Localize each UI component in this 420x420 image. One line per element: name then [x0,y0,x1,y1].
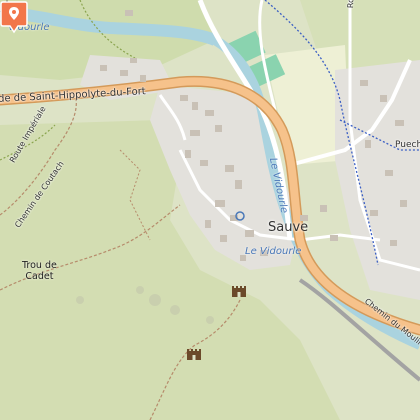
castle-icon[interactable] [231,283,247,297]
castle-icon[interactable] [186,346,202,360]
info-icon[interactable] [235,211,245,221]
place-label-puech: Puech [395,140,420,150]
town-label-sauve: Sauve [268,220,309,235]
road-label-route: Route [346,0,356,8]
poi-label-line1: Trou de [22,260,57,271]
poi-label-trou-de-cadet: Trou de Cadet [22,260,57,282]
map-canvas [0,0,420,420]
map-pin-icon[interactable] [0,0,28,34]
map-view[interactable]: de de Saint-Hippolyte-du-Fort Route Impé… [0,0,420,420]
poi-label-line2: Cadet [25,271,54,282]
water-label-le-vidourle-south: Le Vidourle [245,246,302,257]
